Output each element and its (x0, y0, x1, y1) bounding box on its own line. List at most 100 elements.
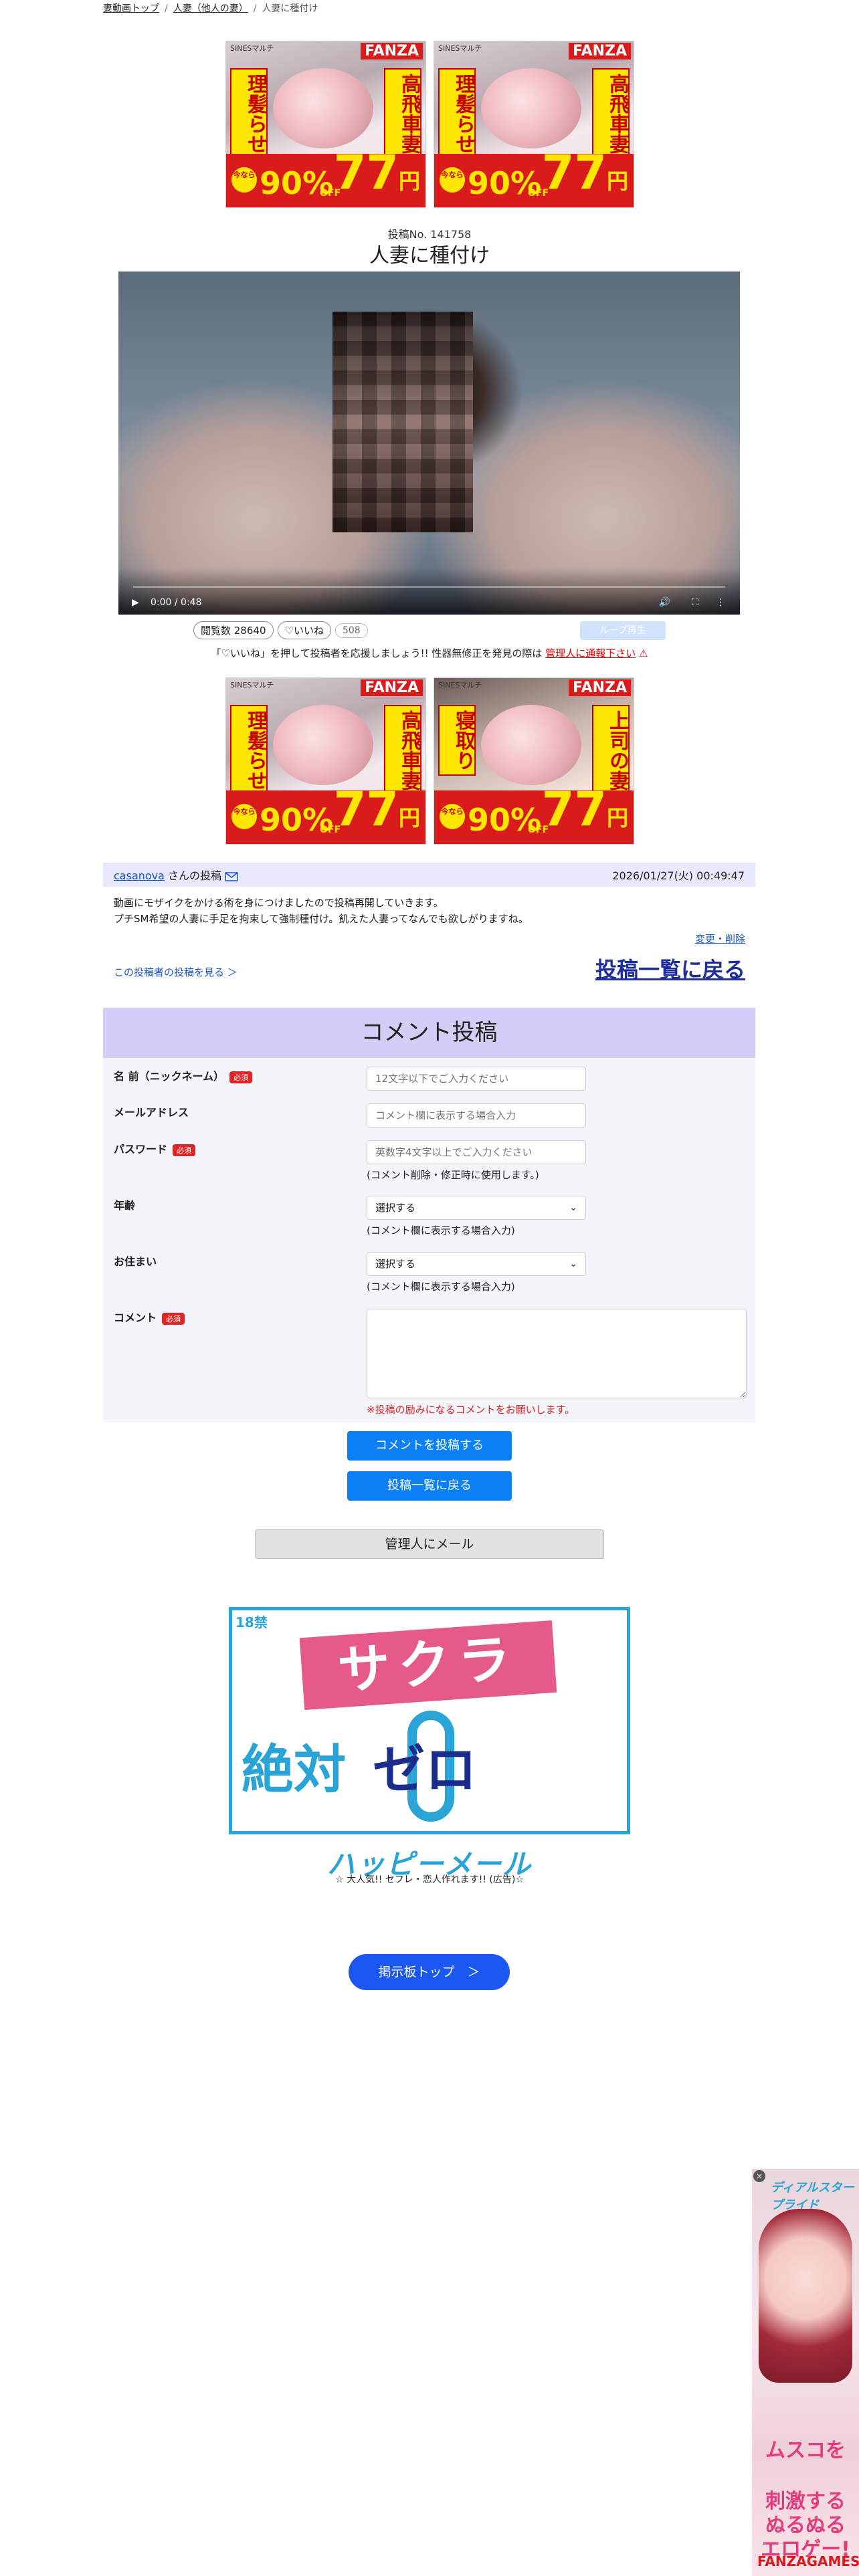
play-icon[interactable]: ▶ (132, 597, 139, 608)
view-count: 閲覧数 28640 (193, 621, 274, 639)
fanza-logo: FANZA (569, 43, 631, 60)
banner-copy-left: 寝取り (438, 705, 476, 776)
banner-brand: SINESマルチ (438, 44, 482, 53)
banner-price: 77円 (334, 149, 420, 205)
mail-admin-button[interactable]: 管理人にメール (255, 1529, 604, 1559)
banner-yen: 円 (606, 805, 628, 831)
required-badge: 必須 (229, 1071, 253, 1083)
banner-copy-left: 理髪らせ (438, 68, 476, 159)
volume-icon[interactable]: 🔊 (659, 597, 670, 608)
fanza-banner-ad[interactable]: SINESマルチ FANZA 寝取り 上司の妻 今なら 90% OFF 77円 (434, 677, 634, 845)
banner-yen: 円 (398, 169, 420, 194)
chevron-down-icon: ⌄ (569, 1259, 577, 1269)
banner-price-value: 77 (333, 782, 399, 837)
board-top-button[interactable]: 掲示板トップ ＞ (349, 1954, 510, 1990)
age-select-value: 選択する (375, 1202, 416, 1214)
fullscreen-icon[interactable]: ⛶ (692, 597, 698, 608)
mail-icon[interactable] (225, 871, 238, 881)
comment-label: コメント (114, 1311, 157, 1324)
chevron-down-icon: ⌄ (569, 1202, 577, 1213)
floating-game-ad[interactable]: × ディアルスタープライド ムスコを 刺激するぬるぬるエロゲー! FANZAGA… (752, 2169, 859, 2576)
post-stats: 閲覧数 28640 ♡いいね 508 (193, 621, 368, 639)
banner-figure-image (481, 68, 581, 148)
banner-price: 77円 (542, 786, 628, 841)
post-body-line: プチSM希望の人妻に手足を拘束して強制種付け。飢えた人妻ってなんでも欲しがります… (114, 913, 529, 925)
email-field[interactable] (367, 1103, 586, 1128)
happymail-ad[interactable]: 18禁 サクラ 絶対 ゼロ (229, 1607, 630, 1834)
banner-brand: SINESマルチ (230, 681, 274, 689)
fanza-banner-ad[interactable]: SINESマルチ FANZA 理髪らせ 高飛車妻 今なら 90% OFF 77円 (225, 41, 426, 208)
close-icon[interactable]: × (753, 2170, 765, 2182)
side-ad-title: ディアルスタープライド (771, 2181, 854, 2212)
banner-price: 77円 (334, 786, 420, 841)
banner-now-badge: 今なら (231, 167, 257, 193)
banner-now-badge: 今なら (231, 804, 257, 829)
video-time: 0:00 / 0:48 (151, 597, 202, 608)
required-badge: 必須 (173, 1144, 196, 1156)
banner-price: 77円 (542, 149, 628, 205)
comment-textarea[interactable] (367, 1309, 747, 1398)
top-banner-row: SINESマルチ FANZA 理髪らせ 高飛車妻 今なら 90% OFF 77円… (225, 41, 634, 208)
ad-zero-text: ゼロ (373, 1740, 478, 1800)
post-body-line: 動画にモザイクをかける術を身につけましたので投稿再開していきます。 (114, 897, 444, 909)
breadcrumb: 妻動画トップ / 人妻（他人の妻） / 人妻に種付け (103, 1, 318, 15)
fanza-banner-ad[interactable]: SINESマルチ FANZA 理髪らせ 高飛車妻 今なら 90% OFF 77円 (434, 41, 634, 208)
side-ad-copy: 刺激するぬるぬるエロゲー! (761, 2490, 850, 2561)
banner-now-badge: 今なら (440, 804, 465, 829)
video-player[interactable]: ▶ 0:00 / 0:48 🔊 ⛶ ⋮ (118, 272, 740, 615)
banner-yen: 円 (606, 169, 628, 194)
fanza-banner-ad[interactable]: SINESマルチ FANZA 理髪らせ 高飛車妻 今なら 90% OFF 77円 (225, 677, 426, 845)
comment-form: コメント投稿 名 前（ニックネーム）必須 メールアドレス パスワード必須 (コメ… (103, 1008, 755, 1422)
like-button[interactable]: ♡いいね (277, 621, 331, 639)
banner-now-badge: 今なら (440, 167, 465, 193)
fanza-logo: FANZA (569, 679, 631, 696)
name-label-row: 名 前（ニックネーム） 必須 (114, 1067, 253, 1083)
email-label: メールアドレス (114, 1106, 189, 1119)
side-ad-character-image (759, 2209, 852, 2383)
password-field[interactable] (367, 1140, 586, 1164)
comment-warning: ※投稿の励みになるコメントをお願いします。 (367, 1404, 575, 1416)
author-posts-link[interactable]: この投稿者の投稿を見る ＞ (114, 965, 237, 979)
breadcrumb-separator: / (165, 3, 168, 14)
back-to-list-link[interactable]: 投稿一覧に戻る (595, 953, 745, 984)
like-count: 508 (335, 623, 368, 638)
post-title: 人妻に種付け (369, 244, 490, 267)
banner-figure-image (481, 705, 581, 785)
more-options-icon[interactable]: ⋮ (716, 597, 725, 608)
banner-price-value: 77 (333, 145, 399, 200)
post-header: casanova さんの投稿 2026/01/27(火) 00:49:47 (103, 863, 755, 887)
submit-comment-button[interactable]: コメントを投稿する (347, 1431, 512, 1461)
password-label: パスワード (114, 1143, 168, 1156)
area-label-row: お住まい (114, 1253, 157, 1269)
side-ad-copy: ムスコを (765, 2439, 846, 2462)
edit-delete-link[interactable]: 変更・削除 (695, 932, 745, 946)
password-hint: (コメント削除・修正時に使用します。) (367, 1169, 539, 1181)
middle-banner-row: SINESマルチ FANZA 理髪らせ 高飛車妻 今なら 90% OFF 77円… (225, 677, 634, 845)
breadcrumb-home-link[interactable]: 妻動画トップ (103, 3, 159, 14)
author-suffix: さんの投稿 (168, 869, 222, 882)
banner-copy-left: 理髪らせ (230, 68, 268, 159)
area-select[interactable]: 選択する ⌄ (367, 1252, 586, 1276)
fanza-logo: FANZA (361, 43, 423, 60)
loop-play-button[interactable]: ループ再生 (580, 621, 666, 640)
back-to-list-button[interactable]: 投稿一覧に戻る (347, 1471, 512, 1501)
like-notice: 「♡いいね」を押して投稿者を応援しましょう!! 性器無修正を発見の際は 管理人に… (0, 646, 859, 660)
age-select[interactable]: 選択する ⌄ (367, 1196, 586, 1220)
area-select-value: 選択する (375, 1258, 416, 1270)
post-author: casanova さんの投稿 (114, 867, 238, 883)
video-progress-bar[interactable] (133, 586, 725, 588)
area-hint: (コメント欄に表示する場合入力) (367, 1281, 515, 1293)
video-mosaic-area (332, 312, 473, 532)
fanza-logo: FANZA (361, 679, 423, 696)
ad-caption: ☆ 大人気!! セフレ・恋人作れます!! (広告)☆ (335, 1874, 524, 1885)
report-admin-link[interactable]: 管理人に通報下さい (545, 647, 636, 659)
name-field[interactable] (367, 1067, 586, 1091)
banner-price-value: 77 (541, 145, 607, 200)
author-link[interactable]: casanova (114, 869, 165, 882)
fanza-games-logo: FANZAGAMES (757, 2553, 859, 2569)
required-badge: 必須 (162, 1313, 185, 1325)
breadcrumb-category-link[interactable]: 人妻（他人の妻） (173, 3, 248, 14)
comment-form-title: コメント投稿 (103, 1008, 755, 1058)
video-controls (118, 568, 740, 615)
breadcrumb-separator: / (253, 3, 257, 14)
